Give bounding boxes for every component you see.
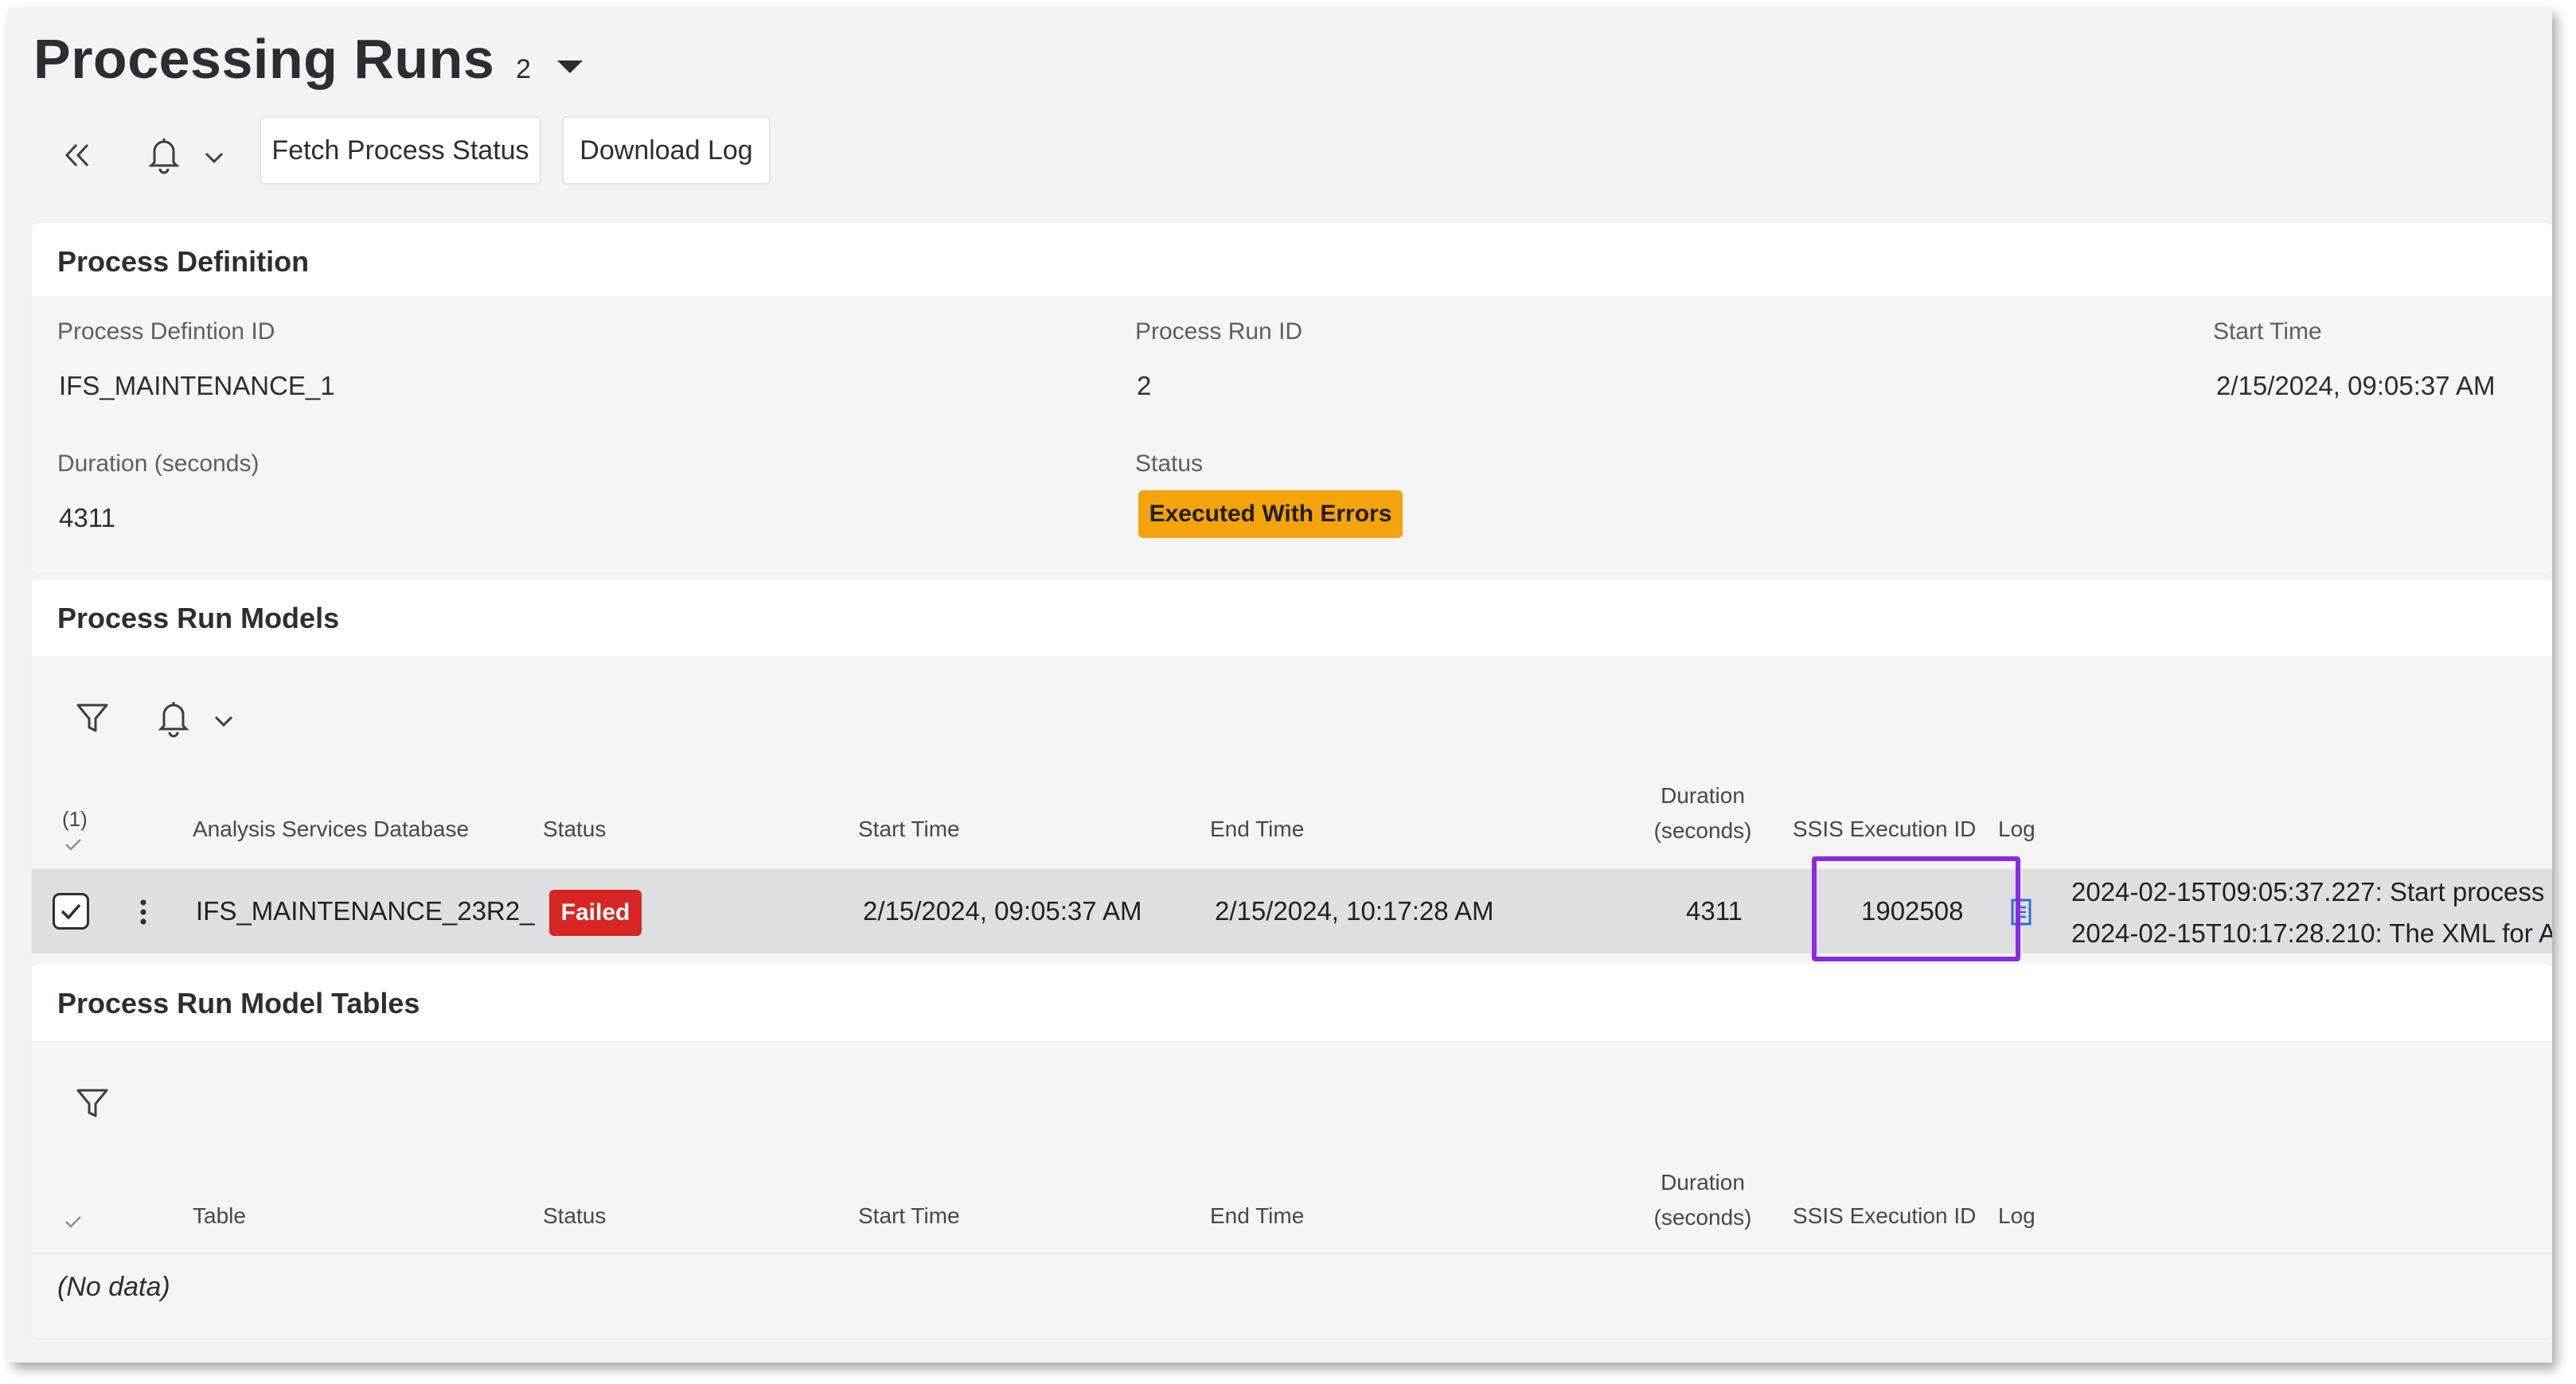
bell-icon[interactable] bbox=[145, 134, 183, 175]
column-header-duration[interactable]: Duration (seconds) bbox=[1643, 1170, 1762, 1230]
status-label: Status bbox=[1135, 450, 1204, 477]
cell-log-line1: 2024-02-15T09:05:37.227: Start process bbox=[2071, 877, 2545, 906]
duration-label: Duration (seconds) bbox=[57, 450, 260, 477]
column-header-duration-line2: (seconds) bbox=[1653, 1205, 1752, 1230]
column-header-ssis-execution-id[interactable]: SSIS Execution ID bbox=[1793, 817, 1976, 842]
panel-header: Process Run Model Tables bbox=[32, 965, 2552, 1041]
column-header-ssis-execution-id[interactable]: SSIS Execution ID bbox=[1793, 1203, 1976, 1229]
column-header-duration-line2: (seconds) bbox=[1653, 818, 1752, 843]
cell-end-time: 2/15/2024, 10:17:28 AM bbox=[1215, 896, 1494, 926]
panel-header: Process Definition bbox=[32, 223, 2552, 296]
column-header-duration-line1: Duration bbox=[1661, 1170, 1745, 1195]
table-row[interactable]: IFS_MAINTENANCE_23R2_ Failed 2/15/2024, … bbox=[32, 869, 2552, 953]
kebab-menu-icon[interactable] bbox=[139, 896, 148, 928]
row-checkbox[interactable] bbox=[53, 893, 89, 930]
ssis-execution-id-highlight bbox=[1812, 856, 2020, 961]
double-chevron-left-icon[interactable] bbox=[57, 135, 97, 175]
select-all-check-icon[interactable] bbox=[62, 836, 84, 853]
column-header-end-time[interactable]: End Time bbox=[1210, 1203, 1304, 1229]
column-header-duration[interactable]: Duration (seconds) bbox=[1643, 783, 1762, 844]
column-header-end-time[interactable]: End Time bbox=[1210, 817, 1304, 842]
run-id-value: 2 bbox=[1137, 371, 1152, 400]
empty-state-text: (No data) bbox=[57, 1272, 170, 1302]
filter-icon[interactable] bbox=[73, 699, 111, 737]
column-header-duration-line1: Duration bbox=[1661, 783, 1745, 808]
selection-count: (1) bbox=[62, 807, 88, 831]
download-log-button[interactable]: Download Log bbox=[562, 116, 771, 185]
chevron-down-icon[interactable] bbox=[202, 148, 226, 167]
definition-id-label: Process Defintion ID bbox=[57, 318, 275, 345]
process-run-models-panel: Process Run Models (1) Analysis Services… bbox=[32, 579, 2552, 965]
column-header-start-time[interactable]: Start Time bbox=[858, 1203, 960, 1229]
chevron-down-icon[interactable] bbox=[212, 711, 236, 731]
column-header-start-time[interactable]: Start Time bbox=[858, 817, 960, 842]
cell-start-time: 2/15/2024, 09:05:37 AM bbox=[863, 896, 1142, 926]
status-badge-failed: Failed bbox=[549, 890, 642, 936]
panel-title: Process Definition bbox=[57, 245, 310, 278]
column-header-log[interactable]: Log bbox=[1998, 817, 2035, 842]
panel-title: Process Run Models bbox=[57, 602, 340, 634]
process-run-model-tables-panel: Process Run Model Tables Table Status St… bbox=[32, 965, 2552, 1339]
cell-log-line2: 2024-02-15T10:17:28.210: The XML for A bbox=[2071, 918, 2552, 948]
page-title: Processing Runs bbox=[33, 28, 495, 90]
column-header-table[interactable]: Table bbox=[193, 1203, 246, 1229]
process-definition-panel: Process Definition Process Defintion ID … bbox=[32, 223, 2552, 573]
cell-duration: 4311 bbox=[1686, 896, 1743, 926]
column-header-status[interactable]: Status bbox=[543, 817, 606, 842]
status-badge: Executed With Errors bbox=[1138, 490, 1403, 538]
start-time-value: 2/15/2024, 09:05:37 AM bbox=[2216, 371, 2496, 400]
start-time-label: Start Time bbox=[2213, 318, 2322, 345]
bell-icon[interactable] bbox=[154, 697, 193, 739]
definition-id-value: IFS_MAINTENANCE_1 bbox=[59, 371, 335, 400]
panel-header: Process Run Models bbox=[32, 579, 2552, 656]
run-id-label: Process Run ID bbox=[1135, 318, 1303, 345]
select-all-check-icon[interactable] bbox=[62, 1213, 84, 1230]
chevron-down-icon[interactable] bbox=[557, 60, 583, 73]
cell-database: IFS_MAINTENANCE_23R2_ bbox=[196, 896, 535, 926]
record-count: 2 bbox=[516, 54, 531, 84]
duration-value: 4311 bbox=[59, 503, 115, 532]
filter-icon[interactable] bbox=[73, 1084, 111, 1122]
panel-title: Process Run Model Tables bbox=[57, 987, 420, 1019]
column-header-log[interactable]: Log bbox=[1998, 1203, 2035, 1229]
fetch-process-status-button[interactable]: Fetch Process Status bbox=[260, 116, 541, 185]
header-divider bbox=[32, 1253, 2552, 1254]
column-header-status[interactable]: Status bbox=[543, 1203, 606, 1229]
app-frame: Processing Runs 2 Fetch Process Status D… bbox=[8, 8, 2552, 1363]
column-header-database[interactable]: Analysis Services Database bbox=[193, 817, 469, 842]
